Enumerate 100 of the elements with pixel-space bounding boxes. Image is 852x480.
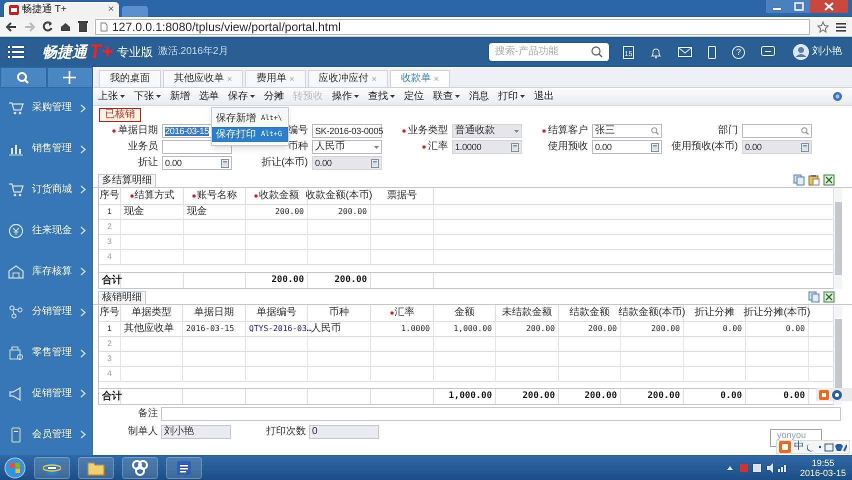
ime-logo-icon [819,390,829,400]
start-button[interactable] [4,456,26,478]
tab[interactable]: 收款单 × [390,70,450,87]
input-field[interactable] [161,407,841,421]
browser-button[interactable] [34,456,70,478]
spreadsheet-icon[interactable] [823,174,835,186]
column-header: 收款金额(本币) [306,191,372,201]
add-button[interactable] [48,68,92,87]
caret-icon [156,95,161,98]
address-field[interactable]: 127.0.0.1:8080/tplus/view/portal/portal.html [95,18,810,34]
input-field[interactable]: 0.00 [592,140,662,154]
section-tab[interactable]: 核销明细 [98,291,146,304]
row-number: 3 [107,238,112,246]
toolbar-command[interactable]: 定位 [404,92,424,102]
tab[interactable]: 其他应收单 × [163,70,244,87]
calculator-icon [221,158,229,168]
ime-toolbar[interactable]: 中 [776,440,850,454]
sidebar-item[interactable]: 零售管理 [0,332,93,374]
close-tab-button[interactable]: × [108,4,114,14]
mail-icon[interactable] [678,47,692,57]
search-button[interactable] [1,68,46,87]
scrollbar[interactable] [833,188,842,289]
phone-icon[interactable] [708,46,716,58]
restore-button[interactable] [788,0,810,13]
browser-tab[interactable]: 畅捷通 T+ × [4,2,119,17]
total-cell: 200.00 [647,392,680,401]
field-label: 备注 [137,409,158,419]
user-avatar-icon[interactable] [793,44,809,60]
sidebar-item[interactable]: 采购管理 [0,88,93,129]
sidebar-item[interactable]: 往来现金 [0,210,93,252]
sidebar-item[interactable]: 会员管理 [0,414,93,456]
document-link[interactable]: QTYS-2016-03… [249,325,312,333]
section-tab[interactable]: 多结算明细 [98,174,156,187]
input-field[interactable]: SK-2016-03-0005 [312,124,382,138]
chat-icon[interactable] [761,46,775,58]
sidebar-item[interactable]: 订货商城 [0,170,93,210]
spreadsheet-icon[interactable] [823,291,835,303]
document-icon [175,458,193,476]
toolbar-command[interactable]: 下张 [134,92,161,102]
toolbar-command[interactable]: 分摊 [264,92,284,102]
help-button[interactable]: ? [732,46,745,58]
clock-date[interactable]: 2016-03-15 [800,468,846,478]
toolbar-command[interactable]: 联查 [433,92,460,102]
home-button[interactable] [60,22,71,32]
sidebar-item[interactable]: 促销管理 [0,373,93,414]
input-field[interactable]: 人民币 [312,140,382,154]
calculator-icon [651,142,659,152]
toolbar-command[interactable]: 新增 [170,92,190,102]
tab[interactable]: 费用单 × [245,70,306,87]
trash-button[interactable] [78,21,88,32]
table-cell: 1,000.00 [453,325,492,333]
edition-label: 专业版 [116,46,153,58]
toolbar-command[interactable]: 上张 [98,92,125,102]
column-header: 单据编号 [256,308,296,318]
chevron-right-icon [80,226,86,236]
row-number: 1 [107,208,112,216]
bell-icon[interactable] [650,46,662,58]
toolbar-command[interactable]: 查找 [368,92,395,102]
user-name[interactable]: 刘小艳 [812,47,842,57]
tab[interactable]: 我的桌面 [99,70,161,87]
toolbar-command[interactable]: 退出 [534,92,554,102]
menu-icon[interactable] [836,22,846,32]
menu-icon[interactable] [8,46,24,58]
toolbar-command[interactable]: 操作 [332,92,359,102]
table-cell: 200.00 [275,208,304,216]
app-logo: 畅捷通 [42,44,87,60]
toolbar-command[interactable]: 打印 [498,92,525,102]
toolbar-command[interactable]: 保存 [228,92,255,102]
sidebar-item[interactable]: 库存核算 [0,251,93,292]
reload-button[interactable] [42,21,53,32]
ime-mini-bar[interactable] [816,388,852,401]
close-window-button[interactable] [810,0,848,13]
row-number: 4 [107,253,112,261]
sidebar-item[interactable]: 分销管理 [0,292,93,333]
copy-icon[interactable] [808,291,820,303]
chevron-right-icon [80,144,86,154]
clover-button[interactable] [122,456,158,478]
input-field[interactable]: 张三 [592,124,662,138]
input-field[interactable]: 0.00 [162,156,232,170]
toolbar-command[interactable]: 消息 [469,92,489,102]
document-button[interactable] [166,456,202,478]
table-cell: 其他应收单 [124,324,174,334]
total-label: 合计 [102,392,122,402]
search-icon [591,46,603,58]
clover-icon [131,458,149,476]
chevron-right-icon [80,267,86,276]
bookmark-star-icon[interactable] [817,20,829,32]
logo-mark: T+ [89,42,113,62]
toolbar-command[interactable]: 选单 [199,92,219,102]
back-button[interactable] [6,22,17,32]
input-field[interactable] [742,124,812,138]
tab[interactable]: 应收冲应付 × [308,70,388,87]
calculator-icon [371,158,379,168]
minimize-button[interactable] [766,0,788,13]
folder-button[interactable] [78,456,114,478]
clock-time[interactable]: 19:55 [812,458,834,468]
clipboard-icon[interactable] [808,174,820,186]
sidebar-item[interactable]: 销售管理 [0,128,93,170]
system-tray-icons-drawing[interactable] [726,462,786,472]
copy-icon[interactable] [793,174,805,186]
